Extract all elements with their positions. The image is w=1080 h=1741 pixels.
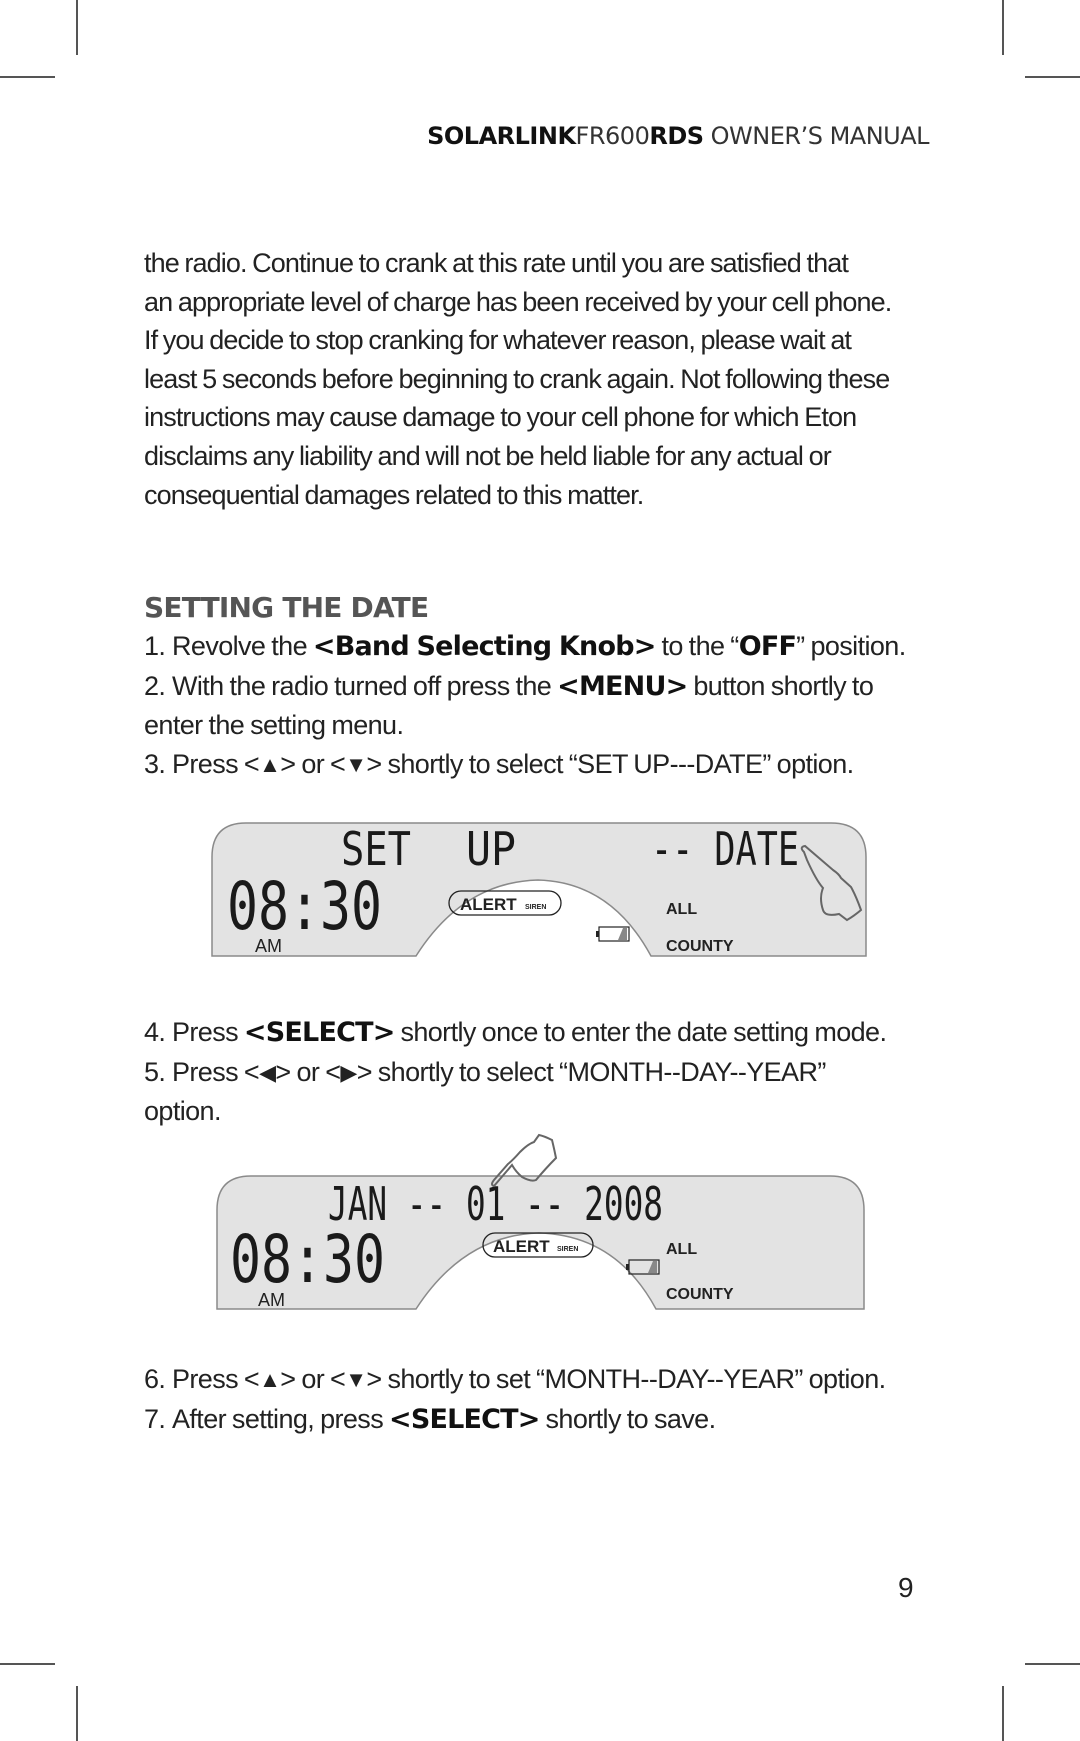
off-label: OFF [738, 631, 797, 662]
right-arrow-icon: ▶ [340, 1059, 357, 1085]
lcd-figure: SET UP -- DATE 08:30 AM ALERT SIREN ALL … [211, 822, 867, 957]
lcd-text-up: UP [466, 822, 516, 876]
siren-label: SIREN [525, 904, 546, 911]
intro-paragraph: the radio. Continue to crank at this rat… [144, 244, 944, 514]
select-button-label: <SELECT> [389, 1403, 540, 1435]
paragraph-line: least 5 seconds before beginning to cran… [144, 363, 890, 394]
paragraph-line: the radio. Continue to crank at this rat… [144, 248, 849, 278]
page-number: 9 [898, 1572, 914, 1603]
battery-icon [596, 926, 630, 942]
up-arrow-icon: ▲ [259, 751, 281, 777]
lcd-time: 08:30 [230, 1221, 385, 1298]
left-arrow-icon: ◀ [259, 1059, 276, 1085]
lcd-time: 08:30 [227, 868, 382, 945]
paragraph-line: an appropriate level of charge has been … [144, 286, 892, 317]
step-6: 6. Press <▲> or <▼> shortly to set “MONTH… [144, 1364, 886, 1394]
step-5-continued: option. [144, 1096, 221, 1127]
crop-mark [1025, 1663, 1080, 1665]
paragraph-line: instructions may cause damage to your ce… [144, 402, 857, 433]
alert-label: ALERT [460, 895, 517, 914]
paragraph-line: disclaims any liability and will not be … [144, 440, 832, 471]
model-suffix: RDS [649, 122, 704, 150]
alert-label: ALERT [493, 1237, 550, 1256]
lcd-all: ALL [666, 901, 697, 918]
step-7: 7. After setting, press <SELECT> shortly … [144, 1403, 716, 1435]
steps-group-2: 4. Press <SELECT> shortly once to enter t… [144, 1013, 964, 1131]
siren-label: SIREN [557, 1246, 578, 1253]
band-knob-label: <Band Selecting Knob> [312, 631, 656, 662]
lcd-figure: JAN -- 01 -- 2008 08:30 AM ALERT SIREN A… [216, 1133, 865, 1310]
crop-mark [1002, 1686, 1004, 1741]
model-number: FR600 [575, 122, 650, 150]
lcd-county: COUNTY [666, 938, 734, 955]
lcd-county: COUNTY [666, 1286, 734, 1303]
brand-name: SOLARLINK [427, 122, 576, 150]
lcd-ampm: AM [258, 1290, 285, 1310]
manual-title: OWNER’S MANUAL [703, 122, 930, 150]
lcd-text-date: -- DATE [651, 822, 799, 876]
steps-group-3: 6. Press <▲> or <▼> shortly to set “MONTH… [144, 1360, 964, 1439]
running-header: SOLARLINKFR600RDS OWNER’S MANUAL [427, 122, 929, 150]
lcd-display-month-day-year: JAN -- 01 -- 2008 08:30 AM ALERT SIREN A… [216, 1130, 866, 1315]
crop-mark [1002, 0, 1004, 55]
crop-mark [0, 1663, 55, 1665]
step-1: 1. Revolve the <Band Selecting Knob> to t… [144, 631, 906, 662]
lcd-all: ALL [666, 1241, 697, 1258]
step-4: 4. Press <SELECT> shortly once to enter t… [144, 1017, 887, 1048]
step-2-continued: enter the setting menu. [144, 710, 404, 741]
step-5: 5. Press <◀> or <▶> shortly to select “MO… [144, 1056, 826, 1087]
paragraph-line: consequential damages related to this ma… [144, 479, 644, 510]
paragraph-line: If you decide to stop cranking for whate… [144, 325, 852, 356]
crop-mark [76, 0, 78, 55]
step-2: 2. With the radio turned off press the <M… [144, 670, 874, 702]
step-3: 3. Press <▲> or <▼> shortly to select “SE… [144, 748, 854, 779]
steps-group-1: 1. Revolve the <Band Selecting Knob> to t… [144, 627, 964, 784]
section-heading: SETTING THE DATE [144, 591, 429, 624]
crop-mark [0, 76, 55, 78]
crop-mark [1025, 76, 1080, 78]
menu-button-label: <MENU> [557, 670, 688, 702]
select-button-label: <SELECT> [243, 1017, 395, 1048]
up-arrow-icon: ▲ [259, 1367, 281, 1392]
lcd-display-setup-date: SET UP -- DATE 08:30 AM ALERT SIREN ALL … [211, 822, 867, 957]
down-arrow-icon: ▼ [345, 1367, 367, 1392]
down-arrow-icon: ▼ [345, 751, 367, 777]
crop-mark [76, 1686, 78, 1741]
lcd-ampm: AM [255, 936, 282, 956]
